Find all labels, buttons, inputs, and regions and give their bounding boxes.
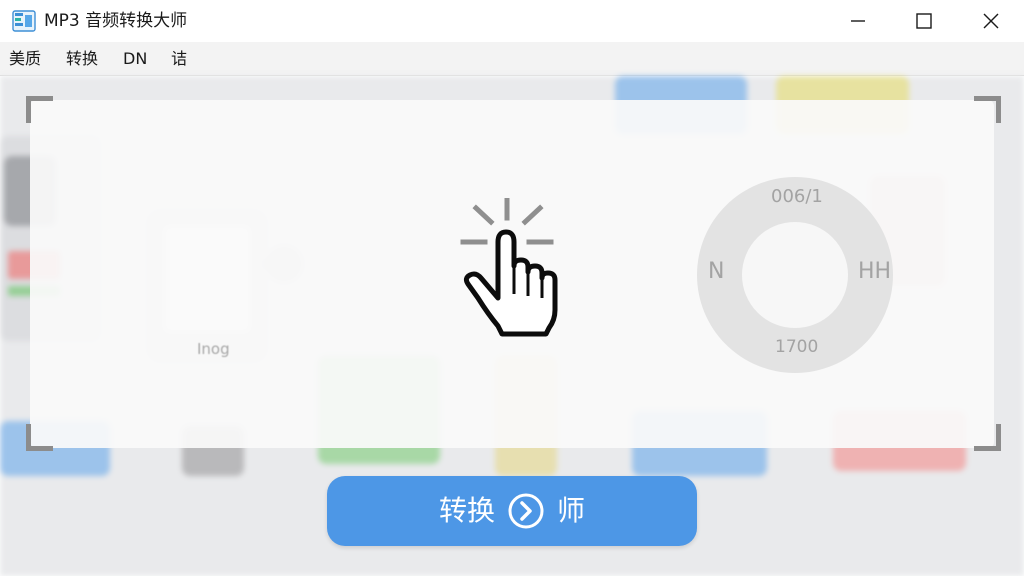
app-window: MP3 音频转换大师 美质 转换 DN 诘 Inog 006/1 1700 N …	[0, 0, 1024, 576]
corner-marker-top-right	[974, 96, 1001, 123]
app-logo-icon	[12, 10, 36, 32]
minimize-button[interactable]	[825, 0, 891, 42]
dial-label-bottom: 1700	[775, 337, 819, 357]
close-button[interactable]	[958, 0, 1024, 42]
title-bar: MP3 音频转换大师	[0, 0, 1024, 42]
menu-item-1[interactable]: 美质	[9, 49, 41, 69]
dial-center	[742, 222, 848, 328]
faded-file-label: Inog	[197, 340, 230, 358]
corner-marker-top-left	[26, 96, 53, 123]
menu-bar: 美质 转换 DN 诘	[0, 42, 1024, 76]
minimize-icon	[851, 20, 865, 22]
menu-item-4[interactable]: 诘	[171, 49, 187, 69]
window-title: MP3 音频转换大师	[44, 11, 188, 31]
arrow-circle-right-icon	[508, 493, 544, 529]
convert-button-label: 转换	[438, 494, 495, 527]
menu-item-convert[interactable]: 转换	[66, 49, 98, 69]
corner-marker-bottom-right	[974, 424, 1001, 451]
maximize-icon	[916, 13, 932, 29]
maximize-button[interactable]	[891, 0, 957, 42]
pointer-hand-icon	[460, 198, 558, 337]
dial-label-left: N	[708, 259, 725, 284]
convert-button-suffix: 师	[557, 494, 586, 527]
corner-marker-bottom-left	[26, 424, 53, 451]
close-icon	[983, 13, 999, 29]
menu-item-dn[interactable]: DN	[123, 49, 147, 69]
dial-label-right: HH	[858, 259, 892, 284]
dial-label-top: 006/1	[771, 186, 823, 207]
convert-button[interactable]: 转换 师	[327, 476, 697, 546]
